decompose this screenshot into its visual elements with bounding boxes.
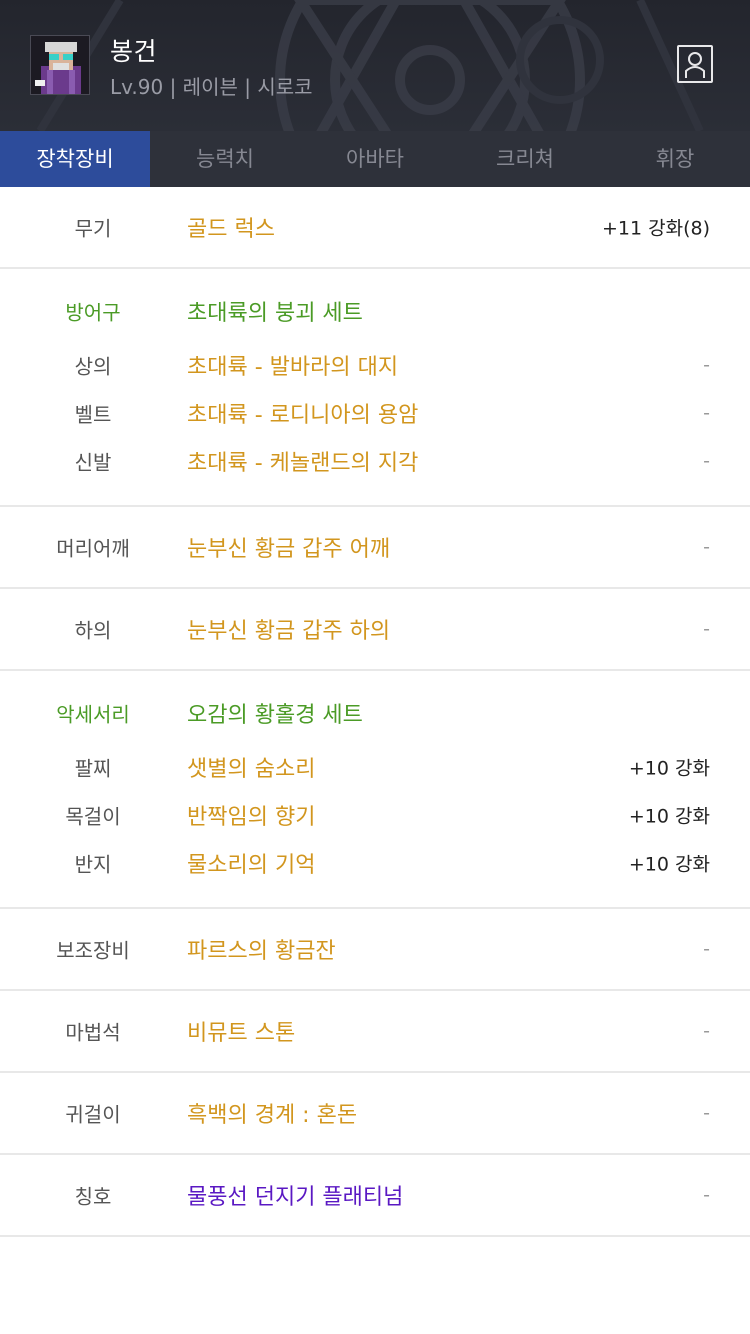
item-extra: +10 강화 — [628, 805, 710, 828]
slot-label: 보조장비 — [56, 938, 130, 963]
earring-section: 귀걸이 흑백의 경계 : 혼돈 - — [0, 1073, 750, 1155]
equipment-row-magicstone[interactable]: 마법석 비뮤트 스톤 - — [0, 991, 750, 1071]
item-name: 흑백의 경계 : 혼돈 — [187, 1103, 358, 1128]
item-name: 골드 럭스 — [187, 217, 275, 242]
tab-emblem[interactable]: 휘장 — [600, 131, 750, 187]
equipment-row-title[interactable]: 칭호 물풍선 던지기 플래티넘 - — [0, 1155, 750, 1235]
slot-label: 칭호 — [74, 1184, 112, 1209]
item-extra: - — [703, 402, 710, 424]
shoulder-section: 머리어깨 눈부신 황금 갑주 어깨 - — [0, 507, 750, 589]
set-name: 초대륙의 붕괴 세트 — [187, 301, 363, 326]
equipment-row-bracelet[interactable]: 팔찌 샛별의 숨소리 +10 강화 — [0, 743, 750, 791]
item-name: 샛별의 숨소리 — [187, 757, 316, 782]
item-name: 물소리의 기억 — [187, 853, 316, 878]
item-extra: - — [703, 354, 710, 376]
slot-label: 상의 — [74, 354, 112, 379]
item-name: 반짝임의 향기 — [187, 805, 316, 830]
character-header: 봉건 Lv.90 | 레이븐 | 시로코 — [0, 0, 750, 131]
item-extra: - — [703, 618, 710, 640]
item-extra: +10 강화 — [628, 757, 710, 780]
item-name: 물풍선 던지기 플래티넘 — [187, 1185, 404, 1210]
item-name: 초대륙 - 로디니아의 용암 — [187, 403, 419, 428]
slot-label: 무기 — [74, 216, 112, 241]
slot-label: 신발 — [74, 450, 112, 475]
item-name: 비뮤트 스톤 — [187, 1021, 296, 1046]
equipment-row-shoes[interactable]: 신발 초대륙 - 케놀랜드의 지각 - — [0, 437, 750, 485]
item-name: 초대륙 - 케놀랜드의 지각 — [187, 451, 419, 476]
equipment-row-belt[interactable]: 벨트 초대륙 - 로디니아의 용암 - — [0, 389, 750, 437]
title-section: 칭호 물풍선 던지기 플래티넘 - — [0, 1155, 750, 1237]
item-extra: - — [703, 938, 710, 960]
tab-equipment[interactable]: 장착장비 — [0, 131, 150, 187]
slot-label: 하의 — [74, 618, 112, 643]
pants-section: 하의 눈부신 황금 갑주 하의 - — [0, 589, 750, 671]
slot-label: 반지 — [74, 852, 112, 877]
equipment-row-sub[interactable]: 보조장비 파르스의 황금잔 - — [0, 909, 750, 989]
person-icon — [685, 52, 705, 78]
slot-label: 악세서리 — [56, 702, 130, 727]
tab-avatar[interactable]: 아바타 — [300, 131, 450, 187]
item-extra: - — [703, 1184, 710, 1206]
slot-label: 목걸이 — [65, 804, 121, 829]
accessory-set-header: 악세서리 오감의 황홀경 세트 — [0, 689, 750, 737]
item-extra: - — [703, 1020, 710, 1042]
character-name: 봉건 — [110, 37, 158, 66]
slot-label: 방어구 — [65, 300, 121, 325]
weapon-section: 무기 골드 럭스 +11 강화(8) — [0, 187, 750, 269]
item-extra: +10 강화 — [628, 853, 710, 876]
equipment-row-pants[interactable]: 하의 눈부신 황금 갑주 하의 - — [0, 589, 750, 669]
equipment-row-earring[interactable]: 귀걸이 흑백의 경계 : 혼돈 - — [0, 1073, 750, 1153]
item-name: 파르스의 황금잔 — [187, 939, 336, 964]
item-extra: +11 강화(8) — [601, 217, 710, 240]
character-portrait-icon — [31, 36, 89, 94]
profile-button[interactable] — [677, 45, 713, 83]
equipment-row-ring[interactable]: 반지 물소리의 기억 +10 강화 — [0, 839, 750, 887]
item-name: 초대륙 - 발바라의 대지 — [187, 355, 399, 380]
avatar — [30, 35, 90, 95]
equipment-row-top[interactable]: 상의 초대륙 - 발바라의 대지 - — [0, 341, 750, 389]
item-name: 눈부신 황금 갑주 어깨 — [187, 537, 391, 562]
magicstone-section: 마법석 비뮤트 스톤 - — [0, 991, 750, 1073]
accessory-section: 악세서리 오감의 황홀경 세트 팔찌 샛별의 숨소리 +10 강화 목걸이 반짝… — [0, 671, 750, 909]
slot-label: 팔찌 — [74, 756, 112, 781]
armor-set-header: 방어구 초대륙의 붕괴 세트 — [0, 287, 750, 335]
slot-label: 마법석 — [65, 1020, 121, 1045]
equipment-row-necklace[interactable]: 목걸이 반짝임의 향기 +10 강화 — [0, 791, 750, 839]
tab-bar: 장착장비 능력치 아바타 크리쳐 휘장 — [0, 131, 750, 187]
character-info: Lv.90 | 레이븐 | 시로코 — [110, 75, 313, 99]
tab-stats[interactable]: 능력치 — [150, 131, 300, 187]
item-extra: - — [703, 1102, 710, 1124]
equipment-row-shoulder[interactable]: 머리어깨 눈부신 황금 갑주 어깨 - — [0, 507, 750, 587]
item-extra: - — [703, 536, 710, 558]
armor-section: 방어구 초대륙의 붕괴 세트 상의 초대륙 - 발바라의 대지 - 벨트 초대륙… — [0, 269, 750, 507]
slot-label: 머리어깨 — [56, 536, 130, 561]
tab-creature[interactable]: 크리쳐 — [450, 131, 600, 187]
set-name: 오감의 황홀경 세트 — [187, 703, 363, 728]
slot-label: 벨트 — [74, 402, 112, 427]
equipment-row-weapon[interactable]: 무기 골드 럭스 +11 강화(8) — [0, 187, 750, 267]
sub-equipment-section: 보조장비 파르스의 황금잔 - — [0, 909, 750, 991]
item-extra: - — [703, 450, 710, 472]
slot-label: 귀걸이 — [65, 1102, 121, 1127]
item-name: 눈부신 황금 갑주 하의 — [187, 619, 391, 644]
equipment-list: 무기 골드 럭스 +11 강화(8) 방어구 초대륙의 붕괴 세트 상의 초대륙… — [0, 187, 750, 1237]
